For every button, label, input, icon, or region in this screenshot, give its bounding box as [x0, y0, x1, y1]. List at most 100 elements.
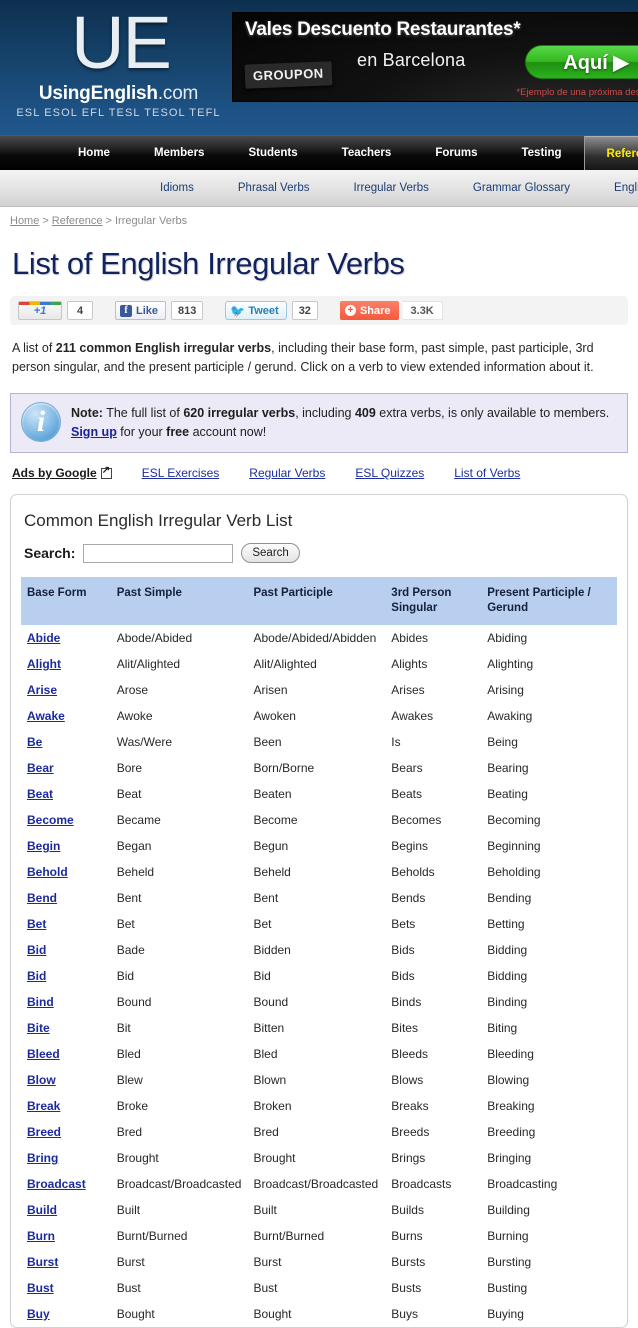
- column-header-present-participle: Present Participle / Gerund: [481, 577, 617, 625]
- verb-link[interactable]: Bear: [27, 761, 54, 775]
- verb-base-form-cell: Bite: [21, 1015, 111, 1041]
- twitter-share[interactable]: 🐦 Tweet 32: [203, 301, 318, 320]
- verb-link[interactable]: Bid: [27, 943, 46, 957]
- facebook-share[interactable]: f Like 813: [93, 301, 204, 320]
- verb-link[interactable]: Bring: [27, 1151, 58, 1165]
- verb-base-form-cell: Bind: [21, 989, 111, 1015]
- verb-link[interactable]: Break: [27, 1099, 60, 1113]
- irregular-verbs-table: Base Form Past Simple Past Participle 3r…: [21, 577, 617, 1327]
- verb-link[interactable]: Breed: [27, 1125, 61, 1139]
- nav-item-members[interactable]: Members: [132, 136, 227, 170]
- table-row: Breed Bred Bred Breeds Breeding: [21, 1119, 617, 1145]
- verb-link[interactable]: Bet: [27, 917, 46, 931]
- nav-item-testing[interactable]: Testing: [499, 136, 583, 170]
- nav-item-home[interactable]: Home: [56, 136, 132, 170]
- table-row: Bind Bound Bound Binds Binding: [21, 989, 617, 1015]
- verb-link[interactable]: Bleed: [27, 1047, 60, 1061]
- table-row: Build Built Built Builds Building: [21, 1197, 617, 1223]
- verb-link[interactable]: Awake: [27, 709, 65, 723]
- note-text-2: , including: [295, 406, 355, 420]
- table-row: Bust Bust Bust Busts Busting: [21, 1275, 617, 1301]
- main-navigation: Home Members Students Teachers Forums Te…: [0, 135, 638, 170]
- breadcrumb-reference[interactable]: Reference: [52, 215, 103, 227]
- external-link-icon: [100, 465, 112, 479]
- search-input[interactable]: [83, 543, 234, 563]
- addthis-share-button[interactable]: + Share: [339, 301, 399, 320]
- subnav-item-grammar-glossary[interactable]: Grammar Glossary: [473, 182, 570, 194]
- verb-third-person-cell: Bites: [391, 1021, 418, 1035]
- ad-cta-button[interactable]: Aquí ▶: [525, 45, 638, 79]
- verb-past-participle-cell: Bet: [253, 917, 272, 931]
- subnav-item-idioms[interactable]: Idioms: [160, 182, 194, 194]
- table-row: Abide Abode/Abided Abode/Abided/Abidden Abi…: [21, 625, 617, 651]
- table-row: Bend Bent Bent Bends Bending: [21, 885, 617, 911]
- verb-third-person-cell: Busts: [391, 1281, 422, 1295]
- breadcrumb-home[interactable]: Home: [10, 215, 39, 227]
- site-logo[interactable]: UE UsingEnglish.com ESL ESOL EFL TESL TE…: [16, 6, 221, 120]
- verb-past-participle-cell: Bust: [253, 1281, 278, 1295]
- verb-past-participle-cell: Abode/Abided/Abidden: [253, 631, 377, 645]
- verb-base-form-cell: Burst: [21, 1249, 111, 1275]
- verb-present-participle-cell: Broadcasting: [487, 1177, 558, 1191]
- addthis-share-count: 3.3K: [402, 301, 443, 320]
- verb-link[interactable]: Bend: [27, 891, 57, 905]
- ad-footnote: *Ejemplo de una próxima descuento: [516, 87, 638, 98]
- verb-link[interactable]: Burn: [27, 1229, 55, 1243]
- verb-past-participle-cell: Brought: [253, 1151, 296, 1165]
- verb-third-person-cell: Buys: [391, 1307, 418, 1321]
- verb-past-simple-cell: Bore: [116, 761, 143, 775]
- verb-past-participle-cell: Bidden: [253, 943, 291, 957]
- sign-up-link[interactable]: Sign up: [71, 425, 117, 439]
- verb-past-simple-cell: Bled: [116, 1047, 141, 1061]
- verb-link[interactable]: Alight: [27, 657, 61, 671]
- search-button[interactable]: Search: [241, 543, 300, 563]
- verb-link[interactable]: Burst: [27, 1255, 58, 1269]
- subnav-item-irregular-verbs[interactable]: Irregular Verbs: [353, 182, 428, 194]
- table-row: Be Was/Were Been Is Being: [21, 729, 617, 755]
- verb-link[interactable]: Bite: [27, 1021, 50, 1035]
- verb-link[interactable]: Be: [27, 735, 42, 749]
- verb-present-participle-cell: Building: [487, 1203, 530, 1217]
- verb-past-simple-cell: Bound: [116, 995, 152, 1009]
- google-plus-one-button[interactable]: +1: [18, 301, 62, 320]
- verb-link[interactable]: Build: [27, 1203, 57, 1217]
- verb-present-participle-cell: Buying: [487, 1307, 524, 1321]
- subnav-item-english[interactable]: English: [614, 182, 638, 194]
- sub-navigation: Idioms Phrasal Verbs Irregular Verbs Gra…: [0, 170, 638, 207]
- verb-base-form-cell: Become: [21, 807, 111, 833]
- verb-link[interactable]: Bust: [27, 1281, 54, 1295]
- ads-by-google-label[interactable]: Ads by Google: [12, 465, 112, 480]
- verb-link[interactable]: Arise: [27, 683, 57, 697]
- verb-link[interactable]: Abide: [27, 631, 60, 645]
- verb-link[interactable]: Bind: [27, 995, 54, 1009]
- verb-third-person-cell: Beholds: [391, 865, 435, 879]
- banner-advertisement[interactable]: Vales Descuento Restaurantes* en Barcelo…: [232, 12, 638, 102]
- verb-link[interactable]: Buy: [27, 1307, 50, 1321]
- verb-past-simple-cell: Bade: [116, 943, 145, 957]
- nav-item-forums[interactable]: Forums: [413, 136, 499, 170]
- verb-link[interactable]: Begin: [27, 839, 60, 853]
- verb-link[interactable]: Broadcast: [27, 1177, 86, 1191]
- ad-link-regular-verbs[interactable]: Regular Verbs: [249, 466, 325, 480]
- verb-base-form-cell: Breed: [21, 1119, 111, 1145]
- verb-link[interactable]: Bid: [27, 969, 46, 983]
- table-row: Arise Arose Arisen Arises Arising: [21, 677, 617, 703]
- verb-link[interactable]: Blow: [27, 1073, 56, 1087]
- nav-item-students[interactable]: Students: [226, 136, 319, 170]
- verb-link[interactable]: Beat: [27, 787, 53, 801]
- nav-item-teachers[interactable]: Teachers: [320, 136, 414, 170]
- verb-link[interactable]: Behold: [27, 865, 68, 879]
- verb-link[interactable]: Become: [27, 813, 74, 827]
- twitter-tweet-button[interactable]: 🐦 Tweet: [225, 301, 287, 320]
- addthis-share[interactable]: + Share 3.3K: [318, 301, 443, 320]
- logo-name: UsingEnglish: [38, 83, 158, 104]
- facebook-like-button[interactable]: f Like: [115, 301, 167, 320]
- subnav-item-phrasal-verbs[interactable]: Phrasal Verbs: [238, 182, 310, 194]
- ad-link-esl-quizzes[interactable]: ESL Quizzes: [355, 466, 424, 480]
- ad-link-list-of-verbs[interactable]: List of Verbs: [454, 466, 520, 480]
- verb-present-participle-cell: Bringing: [487, 1151, 532, 1165]
- nav-item-reference[interactable]: Reference: [583, 136, 638, 170]
- ad-link-esl-exercises[interactable]: ESL Exercises: [142, 466, 220, 480]
- google-plus-share[interactable]: +1 4: [18, 301, 93, 320]
- verb-past-participle-cell: Bought: [253, 1307, 292, 1321]
